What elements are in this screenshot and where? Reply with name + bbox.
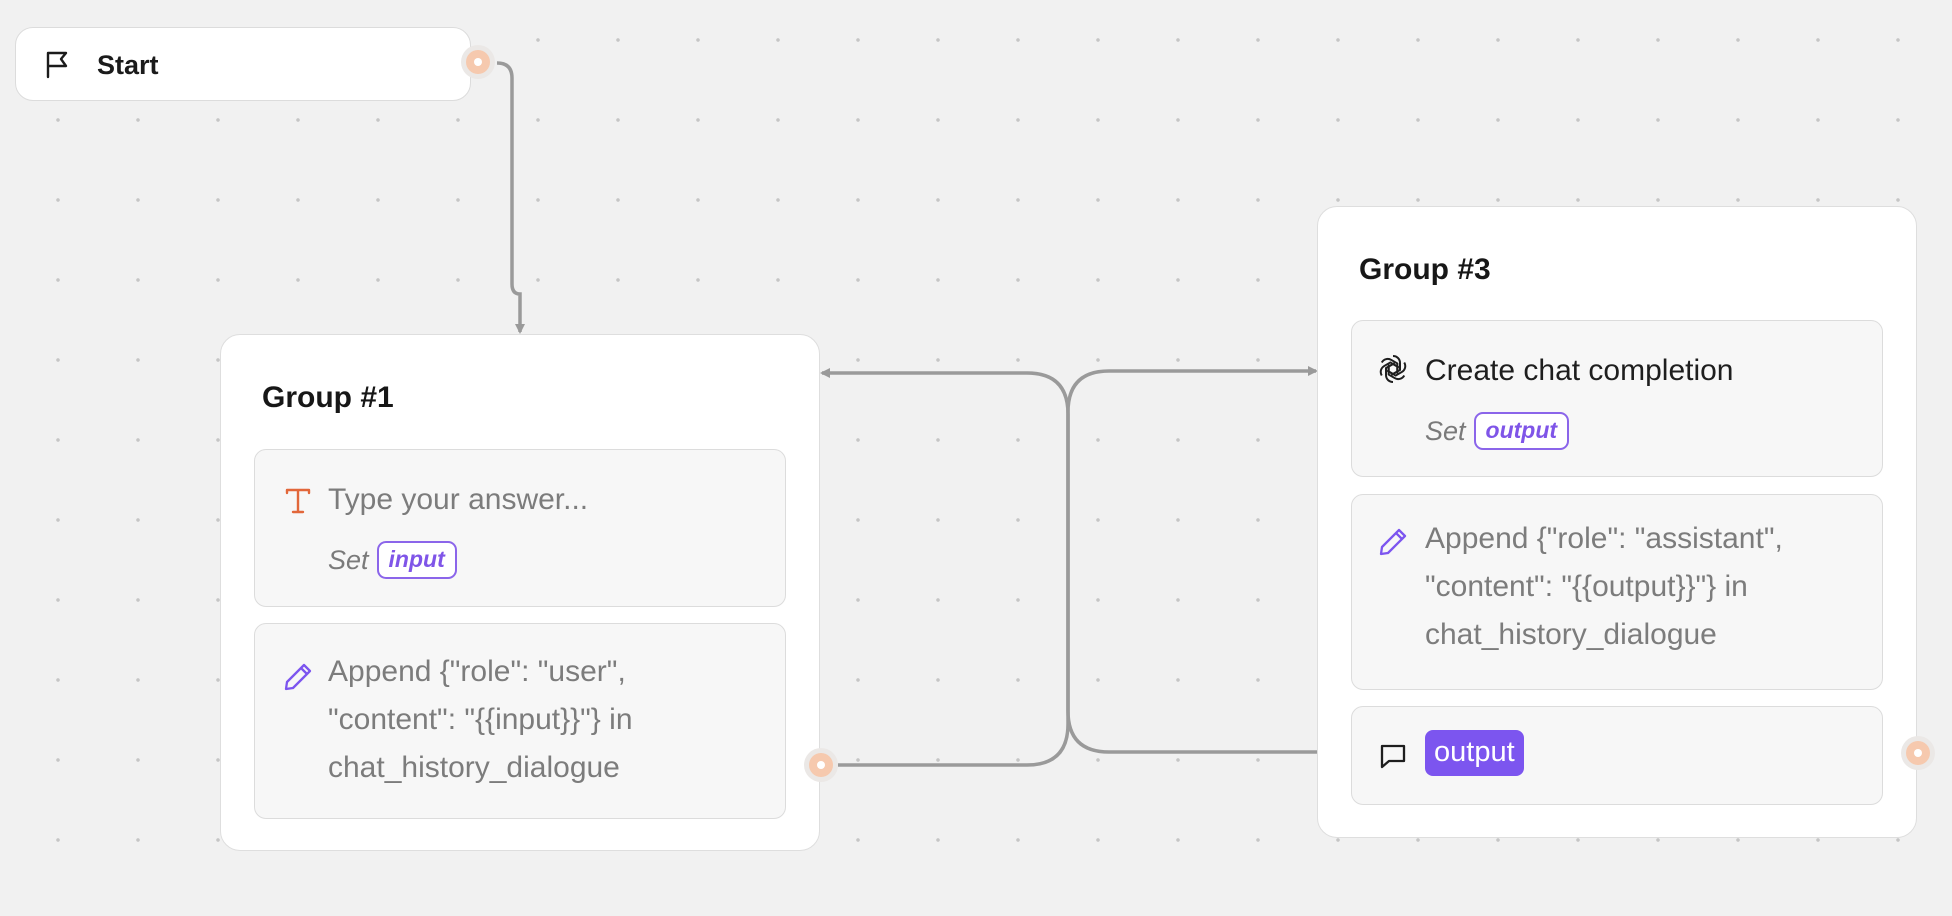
group-title: Group #3	[1359, 253, 1491, 286]
input-placeholder-text: Type your answer...	[328, 483, 589, 516]
text-input-block[interactable]: Type your answer... Set input	[254, 449, 786, 607]
set-variable-text: Append {"role": "user", "content": "{{in…	[328, 648, 633, 792]
flag-icon	[46, 51, 68, 79]
text-input-icon	[285, 488, 311, 514]
variable-badge: output	[1473, 412, 1570, 450]
set-variable-block[interactable]: Append {"role": "user", "content": "{{in…	[254, 623, 786, 819]
text-line: chat_history_dialogue	[1425, 618, 1717, 651]
text-bubble-block[interactable]: output	[1351, 706, 1883, 805]
group-1[interactable]: Group #1 Type your answer... Set input A…	[220, 334, 820, 851]
start-node[interactable]: Start	[15, 27, 471, 101]
set-variable-line: Set output	[1425, 412, 1570, 450]
pencil-icon	[1379, 528, 1407, 556]
text-line: chat_history_dialogue	[328, 751, 620, 784]
edge-start-to-group1[interactable]	[496, 61, 525, 334]
set-variable-line: Set input	[328, 541, 457, 579]
start-endpoint[interactable]	[461, 45, 495, 79]
edge-group3-to-group1[interactable]	[820, 368, 1318, 754]
openai-action-label: Create chat completion	[1425, 354, 1734, 387]
group-3-endpoint[interactable]	[1901, 736, 1935, 770]
openai-block[interactable]: Create chat completion Set output	[1351, 320, 1883, 477]
group-1-endpoint[interactable]	[804, 748, 838, 782]
set-variable-block[interactable]: Append {"role": "assistant", "content": …	[1351, 494, 1883, 690]
set-variable-text: Append {"role": "assistant", "content": …	[1425, 515, 1783, 659]
start-label: Start	[97, 50, 159, 80]
pencil-icon	[284, 663, 312, 691]
edge-group1-to-group3[interactable]	[838, 366, 1318, 767]
text-line: "content": "{{output}}"} in	[1425, 570, 1748, 603]
set-label: Set	[328, 544, 369, 575]
text-line: Append {"role": "user",	[328, 655, 626, 688]
variable-badge: input	[376, 541, 457, 579]
group-title: Group #1	[262, 381, 394, 414]
openai-icon	[1379, 355, 1407, 383]
text-line: Append {"role": "assistant",	[1425, 522, 1783, 555]
text-line: "content": "{{input}}"} in	[328, 703, 633, 736]
group-3[interactable]: Group #3 Create chat completion Set outp…	[1317, 206, 1917, 838]
chat-bubble-icon	[1380, 744, 1406, 769]
variable-tag: output	[1425, 730, 1524, 776]
set-label: Set	[1425, 415, 1466, 446]
